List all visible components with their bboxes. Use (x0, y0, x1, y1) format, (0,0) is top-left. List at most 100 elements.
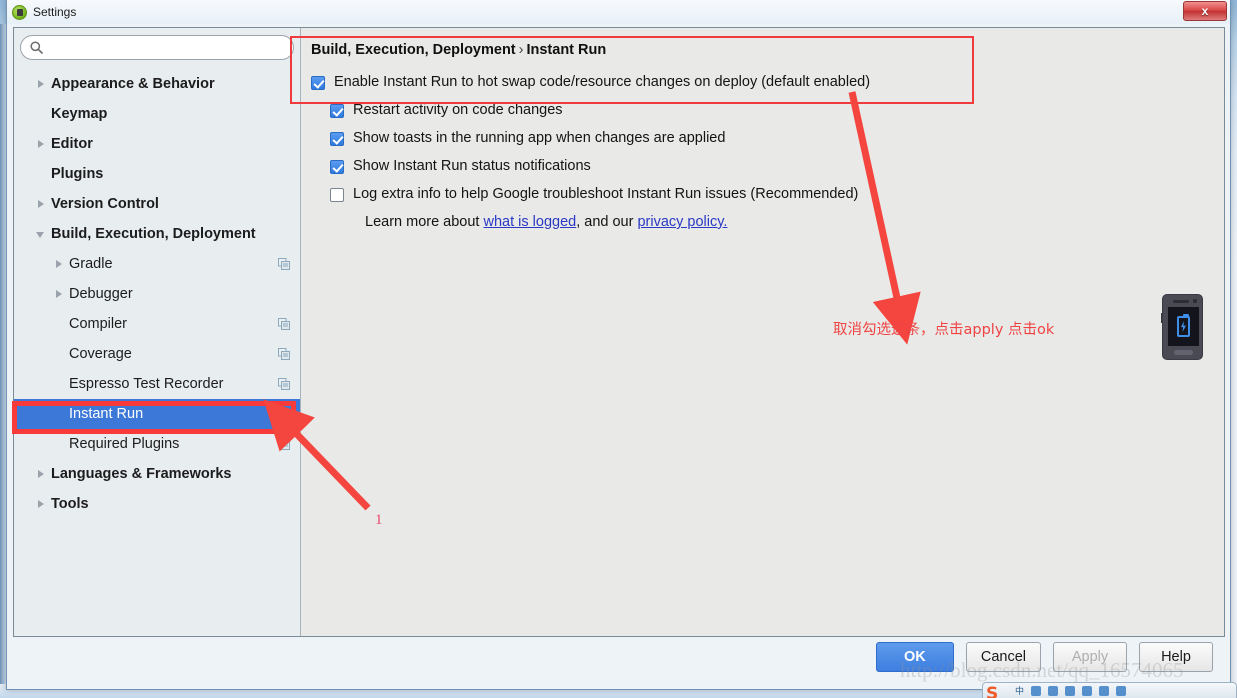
chevron-right-icon[interactable] (36, 499, 47, 510)
ime-icon-4[interactable] (1082, 685, 1093, 696)
checkbox-checked[interactable] (330, 160, 344, 174)
sidebar-item-plugins[interactable]: Plugins (14, 159, 300, 189)
checkbox-checked[interactable] (330, 132, 344, 146)
checkbox-unchecked[interactable] (330, 188, 344, 202)
option-row[interactable]: Show toasts in the running app when chan… (311, 130, 1206, 147)
checkbox-checked[interactable] (330, 104, 344, 118)
sidebar-item-build-execution-deployment[interactable]: Build, Execution, Deployment (14, 219, 300, 249)
sidebar-item-debugger[interactable]: Debugger (14, 279, 300, 309)
option-label: Enable Instant Run to hot swap code/reso… (334, 74, 871, 90)
sogou-logo-icon: S (986, 684, 999, 698)
copy-icon[interactable] (278, 378, 290, 390)
search-box[interactable] (20, 35, 294, 60)
phone-charging-icon (1161, 294, 1203, 360)
breadcrumb-separator: › (518, 42, 524, 58)
chevron-right-icon[interactable] (36, 79, 47, 90)
sidebar-item-label: Plugins (51, 166, 104, 182)
sidebar-item-editor[interactable]: Editor (14, 129, 300, 159)
sidebar-item-appearance-behavior[interactable]: Appearance & Behavior (14, 69, 300, 99)
ime-icon-3[interactable] (1065, 685, 1076, 696)
chevron-right-icon[interactable] (54, 289, 65, 300)
ok-button[interactable]: OK (875, 642, 954, 672)
sidebar-item-espresso-test-recorder[interactable]: Espresso Test Recorder (14, 369, 300, 399)
option-row[interactable]: Show Instant Run status notifications (311, 158, 1206, 175)
chevron-right-icon[interactable] (54, 259, 65, 270)
cancel-button[interactable]: Cancel (965, 642, 1041, 672)
sidebar-item-label: Tools (51, 496, 89, 512)
ime-icon-5[interactable] (1099, 685, 1110, 696)
lightning-bolt-icon (1181, 321, 1186, 332)
sidebar-item-coverage[interactable]: Coverage (14, 339, 300, 369)
sidebar-item-label: Build, Execution, Deployment (51, 226, 256, 242)
sidebar-item-label: Coverage (69, 346, 132, 362)
copy-icon[interactable] (278, 438, 290, 450)
sidebar-item-label: Appearance & Behavior (51, 76, 215, 92)
close-icon[interactable]: x (1183, 1, 1227, 21)
sidebar-item-tools[interactable]: Tools (14, 489, 300, 519)
dialog-title: Settings (33, 5, 77, 19)
ime-toolbar[interactable]: S 中 (982, 682, 1237, 698)
instant-run-options: Enable Instant Run to hot swap code/reso… (311, 74, 1206, 203)
ime-icon-2[interactable] (1048, 685, 1059, 696)
sidebar-item-version-control[interactable]: Version Control (14, 189, 300, 219)
search-input[interactable] (49, 40, 284, 55)
sidebar-item-label: Languages & Frameworks (51, 466, 232, 482)
option-label: Show Instant Run status notifications (353, 158, 591, 174)
option-row[interactable]: Restart activity on code changes (311, 102, 1206, 119)
settings-dialog: Settings x Appearance & Behavior Keymap Ed… (6, 0, 1231, 690)
checkbox-checked[interactable] (311, 76, 325, 90)
sidebar-item-label: Editor (51, 136, 93, 152)
help-button[interactable]: Help (1139, 642, 1213, 672)
settings-sidebar: Appearance & Behavior Keymap Editor Plugins… (14, 28, 301, 636)
ime-icon-6[interactable] (1116, 685, 1127, 696)
copy-icon[interactable] (278, 348, 290, 360)
option-label: Show toasts in the running app when chan… (353, 130, 726, 146)
option-row[interactable]: Log extra info to help Google troublesho… (311, 186, 1206, 203)
learn-more-row: Learn more about what is logged, and our… (311, 214, 1206, 230)
sidebar-item-instant-run[interactable]: Instant Run (14, 399, 300, 429)
chevron-right-icon[interactable] (36, 199, 47, 210)
sidebar-item-label: Espresso Test Recorder (69, 376, 224, 392)
what-is-logged-link[interactable]: what is logged (484, 214, 577, 230)
battery-icon (1177, 314, 1190, 337)
annotation-chinese-note: 取消勾选这条，点击apply 点击ok (833, 322, 1055, 338)
sidebar-item-label: Instant Run (69, 406, 144, 422)
sidebar-item-label: Debugger (69, 286, 133, 302)
chevron-down-icon[interactable] (36, 229, 47, 240)
chevron-right-icon[interactable] (36, 139, 47, 150)
ime-mode-label[interactable]: 中 (1015, 684, 1024, 697)
sidebar-item-compiler[interactable]: Compiler (14, 309, 300, 339)
dialog-titlebar: Settings (7, 0, 1230, 24)
breadcrumb: Build, Execution, Deployment › Instant Run (311, 42, 1206, 58)
button-label: OK (903, 649, 926, 665)
learn-more-prefix: Learn more about (365, 214, 484, 230)
sidebar-item-label: Gradle (69, 256, 113, 272)
sidebar-item-languages-frameworks[interactable]: Languages & Frameworks (14, 459, 300, 489)
sidebar-item-label: Compiler (69, 316, 128, 332)
phone-camera (1193, 299, 1197, 303)
chevron-right-icon[interactable] (36, 469, 47, 480)
search-icon (30, 41, 43, 54)
android-studio-icon (12, 4, 27, 20)
privacy-policy-link[interactable]: privacy policy. (637, 214, 727, 230)
ime-icon-1[interactable] (1031, 685, 1042, 696)
settings-main-panel: Build, Execution, Deployment › Instant Run… (301, 28, 1224, 636)
button-label: Help (1161, 649, 1191, 665)
sidebar-item-gradle[interactable]: Gradle (14, 249, 300, 279)
sidebar-item-keymap[interactable]: Keymap (14, 99, 300, 129)
search-wrapper (14, 28, 300, 60)
sidebar-item-label: Keymap (51, 106, 108, 122)
phone-speaker (1173, 300, 1189, 303)
copy-icon[interactable] (278, 318, 290, 330)
option-label: Log extra info to help Google troublesho… (353, 186, 859, 202)
copy-icon[interactable] (278, 258, 290, 270)
sidebar-item-required-plugins[interactable]: Required Plugins (14, 429, 300, 459)
phone-home-button (1174, 350, 1193, 355)
option-row[interactable]: Enable Instant Run to hot swap code/reso… (311, 74, 1206, 91)
